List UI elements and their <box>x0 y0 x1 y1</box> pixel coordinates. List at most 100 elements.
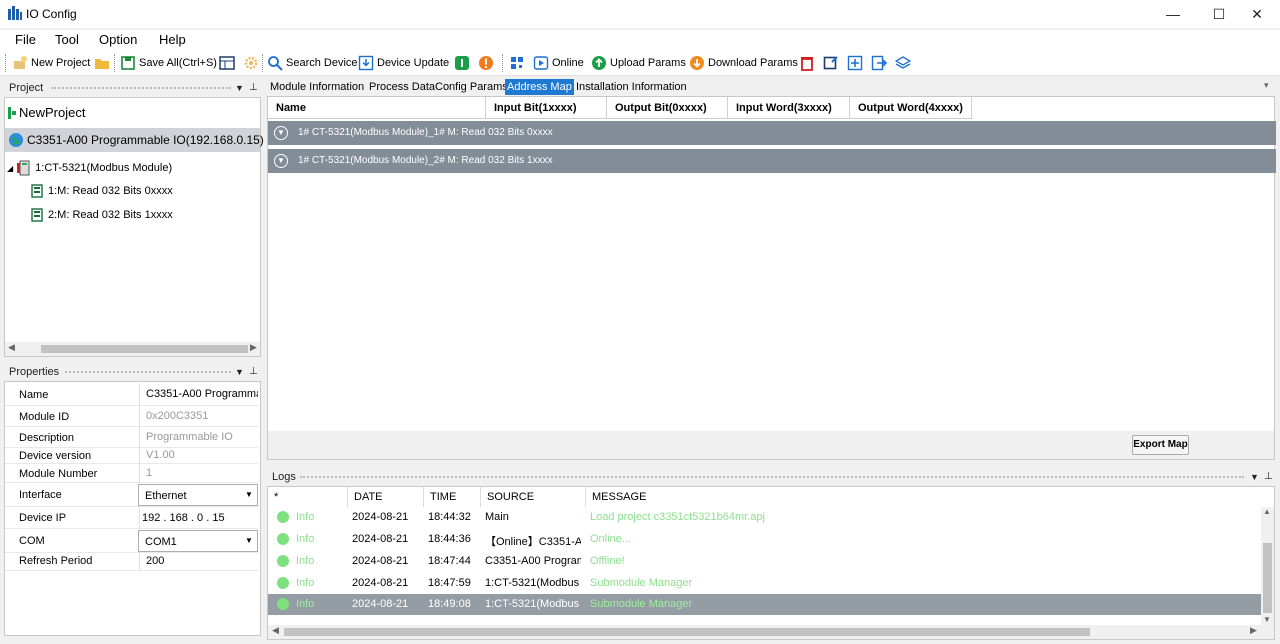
log-row[interactable]: Info 2024-08-21 18:44:32 Main Load proje… <box>268 507 1261 528</box>
scan-button[interactable] <box>509 53 525 73</box>
address-group-label: 1# CT-5321(Modbus Module)_2# M: Read 032… <box>298 155 553 166</box>
column-input-bit[interactable]: Input Bit(1xxxx) <box>486 97 607 119</box>
table-button[interactable] <box>219 53 235 73</box>
layers-icon <box>895 56 911 69</box>
export-button[interactable] <box>871 53 887 73</box>
add-button[interactable] <box>847 53 863 73</box>
panel-dropdown-icon[interactable]: ▼ <box>235 80 244 96</box>
prop-row-description[interactable]: Description Programmable IO <box>5 427 258 448</box>
prop-row-refresh-period[interactable]: Refresh Period 200 <box>5 553 258 571</box>
download-params-label: Download Params <box>708 57 798 69</box>
tab-address-map[interactable]: Address Map <box>505 79 574 95</box>
tab-list-icon[interactable]: ▾ <box>1264 80 1269 91</box>
scroll-right-icon[interactable]: ▶ <box>250 342 257 353</box>
scroll-left-icon[interactable]: ◀ <box>272 625 279 636</box>
tab-installation-information[interactable]: Installation Information <box>574 79 689 95</box>
panel-dropdown-icon[interactable]: ▼ <box>235 364 244 380</box>
scrollbar-thumb[interactable] <box>284 628 1090 636</box>
scrollbar-thumb[interactable] <box>1263 543 1272 613</box>
scrollbar-thumb[interactable] <box>41 345 248 353</box>
close-button[interactable]: ✕ <box>1234 0 1280 28</box>
menu-tool[interactable]: Tool <box>55 32 79 47</box>
column-input-word[interactable]: Input Word(3xxxx) <box>728 97 850 119</box>
panel-dropdown-icon[interactable]: ▼ <box>1250 469 1259 485</box>
address-group-row[interactable]: ▼ 1# CT-5321(Modbus Module)_2# M: Read 0… <box>268 149 1276 173</box>
interface-select[interactable]: Ethernet ▼ <box>138 484 258 506</box>
log-row[interactable]: Info 2024-08-21 18:47:59 1:CT-5321(Modbu… <box>268 573 1261 594</box>
column-output-bit[interactable]: Output Bit(0xxxx) <box>607 97 728 119</box>
log-row[interactable]: Info 2024-08-21 18:47:44 C3351-A00 Progr… <box>268 551 1261 572</box>
tab-module-information[interactable]: Module Information <box>268 79 366 95</box>
settings-button[interactable] <box>243 53 259 73</box>
logs-vertical-scrollbar[interactable]: ▲ ▼ <box>1261 507 1274 625</box>
minimize-button[interactable]: — <box>1150 0 1196 28</box>
warning-button[interactable] <box>478 53 494 73</box>
upload-params-button[interactable]: Upload Params <box>591 53 686 73</box>
save-all-button[interactable]: Save All(Ctrl+S) <box>120 53 217 73</box>
open-button[interactable] <box>94 53 110 73</box>
column-output-word[interactable]: Output Word(4xxxx) <box>850 97 972 119</box>
log-column-time[interactable]: TIME <box>424 487 481 507</box>
prop-label: Refresh Period <box>19 555 93 567</box>
prop-row-device-version[interactable]: Device version V1.00 <box>5 446 258 464</box>
log-level: Info <box>296 555 315 567</box>
tree-module-row[interactable]: ◢ 1:CT-5321(Modbus Module) <box>7 160 172 176</box>
prop-value[interactable]: C3351-A00 Programmab <box>139 383 258 405</box>
com-select[interactable]: COM1 ▼ <box>138 530 258 552</box>
tree-submodule-2-label: 2:M: Read 032 Bits 1xxxx <box>48 209 173 221</box>
delete-button[interactable] <box>799 53 815 73</box>
prop-row-module-number[interactable]: Module Number 1 <box>5 464 258 483</box>
tree-horizontal-scrollbar[interactable]: ◀ ▶ <box>5 342 260 356</box>
log-row[interactable]: Info 2024-08-21 18:44:36 【Online】C3351-A… <box>268 529 1261 550</box>
prop-row-module-id[interactable]: Module ID 0x200C3351 <box>5 406 258 427</box>
prop-row-com[interactable]: COM COM1 ▼ <box>5 529 258 553</box>
info-button[interactable] <box>454 53 470 73</box>
pin-icon[interactable]: ⊥ <box>249 364 258 380</box>
scroll-down-icon[interactable]: ▼ <box>1263 615 1271 624</box>
log-column-message[interactable]: MESSAGE <box>586 487 1261 507</box>
scroll-up-icon[interactable]: ▲ <box>1263 507 1271 516</box>
device-ip-input[interactable]: 192 . 168 . 0 . 15 <box>139 507 258 529</box>
prop-row-interface[interactable]: Interface Ethernet ▼ <box>5 483 258 507</box>
search-icon <box>268 56 283 71</box>
tree-root[interactable]: NewProject <box>7 105 85 120</box>
pin-icon[interactable]: ⊥ <box>249 80 258 96</box>
menu-bar: File Tool Option Help <box>0 30 1280 50</box>
tab-config-params[interactable]: Config Params <box>433 79 510 95</box>
tab-process-data[interactable]: Process Data <box>367 79 437 95</box>
expand-triangle-icon[interactable]: ◢ <box>7 164 13 173</box>
new-project-button[interactable]: New Project <box>12 53 90 73</box>
log-row-selected[interactable]: Info 2024-08-21 18:49:08 1:CT-5321(Modbu… <box>268 594 1261 615</box>
chevron-down-icon: ▼ <box>245 490 253 499</box>
folder-icon <box>95 59 109 69</box>
search-device-button[interactable]: Search Device <box>267 53 358 73</box>
export-map-button[interactable]: Export Map <box>1132 435 1189 455</box>
log-column-level[interactable]: * <box>268 487 348 507</box>
online-button[interactable]: Online <box>533 53 584 73</box>
address-group-row[interactable]: ▼ 1# CT-5321(Modbus Module)_1# M: Read 0… <box>268 121 1276 145</box>
search-device-label: Search Device <box>286 57 358 69</box>
device-update-button[interactable]: Device Update <box>358 53 449 73</box>
menu-file[interactable]: File <box>15 32 36 47</box>
pin-icon[interactable]: ⊥ <box>1264 469 1273 485</box>
scroll-right-icon[interactable]: ▶ <box>1250 625 1257 636</box>
logs-horizontal-scrollbar[interactable]: ◀ ▶ <box>268 625 1274 639</box>
refresh-period-input[interactable]: 200 <box>139 553 258 571</box>
log-column-source[interactable]: SOURCE <box>481 487 586 507</box>
chevron-down-icon[interactable]: ▼ <box>274 126 288 140</box>
menu-option[interactable]: Option <box>99 32 137 47</box>
layers-button[interactable] <box>895 53 911 73</box>
logs-panel-header: Logs ▼ ⊥ <box>266 469 1276 485</box>
column-name[interactable]: Name <box>268 97 486 119</box>
scroll-left-icon[interactable]: ◀ <box>8 342 15 353</box>
edit-button[interactable] <box>823 53 839 73</box>
download-params-button[interactable]: Download Params <box>689 53 798 73</box>
prop-row-name[interactable]: Name C3351-A00 Programmab <box>5 383 258 406</box>
tree-submodule-2[interactable]: 2:M: Read 032 Bits 1xxxx <box>31 208 173 222</box>
chevron-down-icon[interactable]: ▼ <box>274 154 288 168</box>
menu-help[interactable]: Help <box>159 32 186 47</box>
log-column-date[interactable]: DATE <box>348 487 424 507</box>
tree-device-row[interactable]: C3351-A00 Programmable IO(192.168.0.15) <box>5 128 264 152</box>
tree-submodule-1[interactable]: 1:M: Read 032 Bits 0xxxx <box>31 184 173 198</box>
prop-row-device-ip[interactable]: Device IP 192 . 168 . 0 . 15 <box>5 507 258 529</box>
